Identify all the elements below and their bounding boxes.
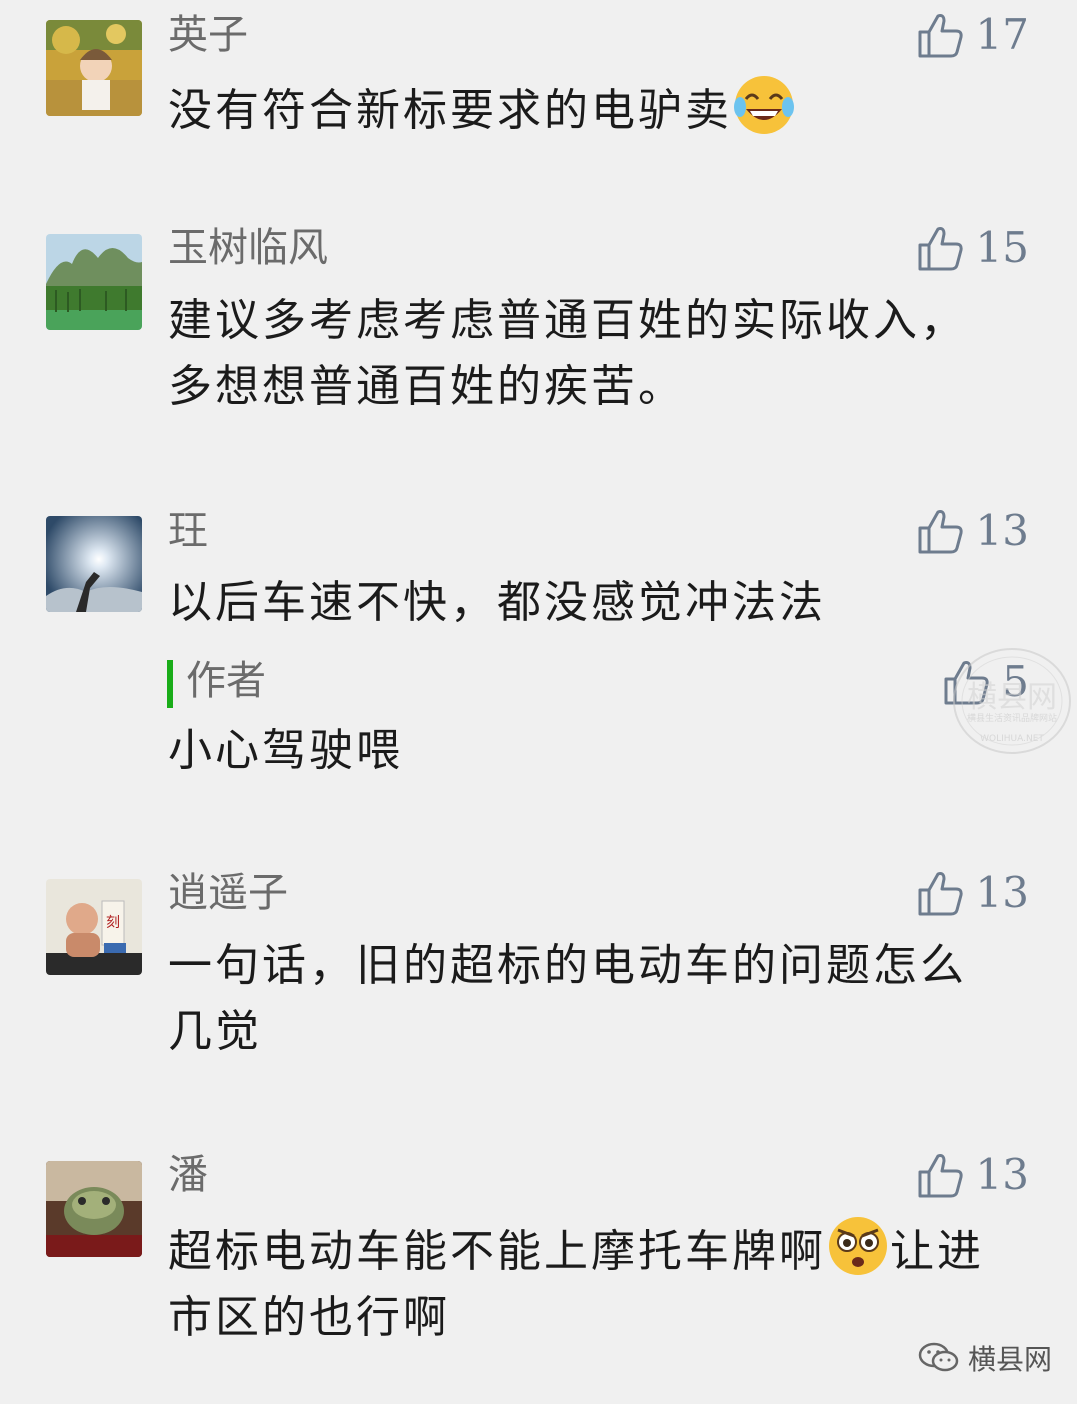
watermark-seal-title: 横县网 (967, 680, 1057, 715)
author-reply-marker (167, 660, 173, 708)
username[interactable]: 英子 (168, 10, 248, 60)
like-count: 13 (975, 506, 1029, 555)
watermark-seal-subtitle: 横县生活资讯品牌网站 (967, 712, 1057, 724)
avatar[interactable] (46, 516, 142, 612)
like-button[interactable]: 13 (916, 868, 1029, 918)
brand-watermark: 横县网 (918, 1336, 1052, 1380)
thumbs-up-icon (918, 14, 963, 58)
like-count: 13 (975, 868, 1029, 917)
comment-text: 建议多考虑考虑普通百姓的实际收入， 多想想普通百姓的疾苦。 (168, 295, 967, 412)
thumbs-up-icon (918, 1154, 963, 1198)
like-button[interactable]: 13 (916, 1150, 1029, 1200)
comment-text: 超标电动车能不能上摩托车牌啊 让进 市区的也行啊 (168, 1214, 1028, 1351)
thumbs-up-icon (918, 227, 963, 271)
face-with-tears-of-joy-icon (732, 73, 796, 137)
thumbs-up-icon (918, 872, 963, 916)
avatar[interactable] (46, 234, 142, 330)
avatar[interactable]: 刻 (46, 879, 142, 975)
comment-text: 没有符合新标要求的电驴卖 (168, 73, 1028, 144)
brand-name: 横县网 (968, 1343, 1053, 1376)
like-count: 13 (975, 1150, 1029, 1199)
watermark-seal-url: WOLIHUA.NET (980, 734, 1044, 744)
comment-text: 以后车速不快，都没感觉冲法法 (168, 577, 826, 628)
author-reply-text: 小心驾驶喂 (168, 725, 403, 776)
avatar[interactable] (46, 1161, 142, 1257)
avatar[interactable] (46, 20, 142, 116)
watermark-seal: 横县网 横县生活资讯品牌网站 WOLIHUA.NET (950, 645, 1074, 757)
username[interactable]: 玉树临风 (168, 223, 328, 273)
username[interactable]: 潘 (168, 1150, 208, 1200)
username[interactable]: 玨 (168, 506, 208, 556)
svg-text:刻: 刻 (106, 915, 120, 931)
like-button[interactable]: 13 (916, 506, 1029, 556)
username[interactable]: 逍遥子 (168, 868, 288, 918)
thumbs-up-icon (918, 510, 963, 554)
wechat-icon (918, 1342, 959, 1372)
flushed-angry-face-icon (826, 1214, 890, 1278)
comment-text: 一句话，旧的超标的电动车的问题怎么 几觉 (168, 940, 967, 1057)
like-button[interactable]: 17 (916, 10, 1029, 60)
author-reply-label: 作者 (186, 658, 266, 704)
like-button[interactable]: 15 (916, 223, 1029, 273)
like-count: 15 (975, 223, 1029, 272)
like-count: 17 (975, 10, 1029, 59)
